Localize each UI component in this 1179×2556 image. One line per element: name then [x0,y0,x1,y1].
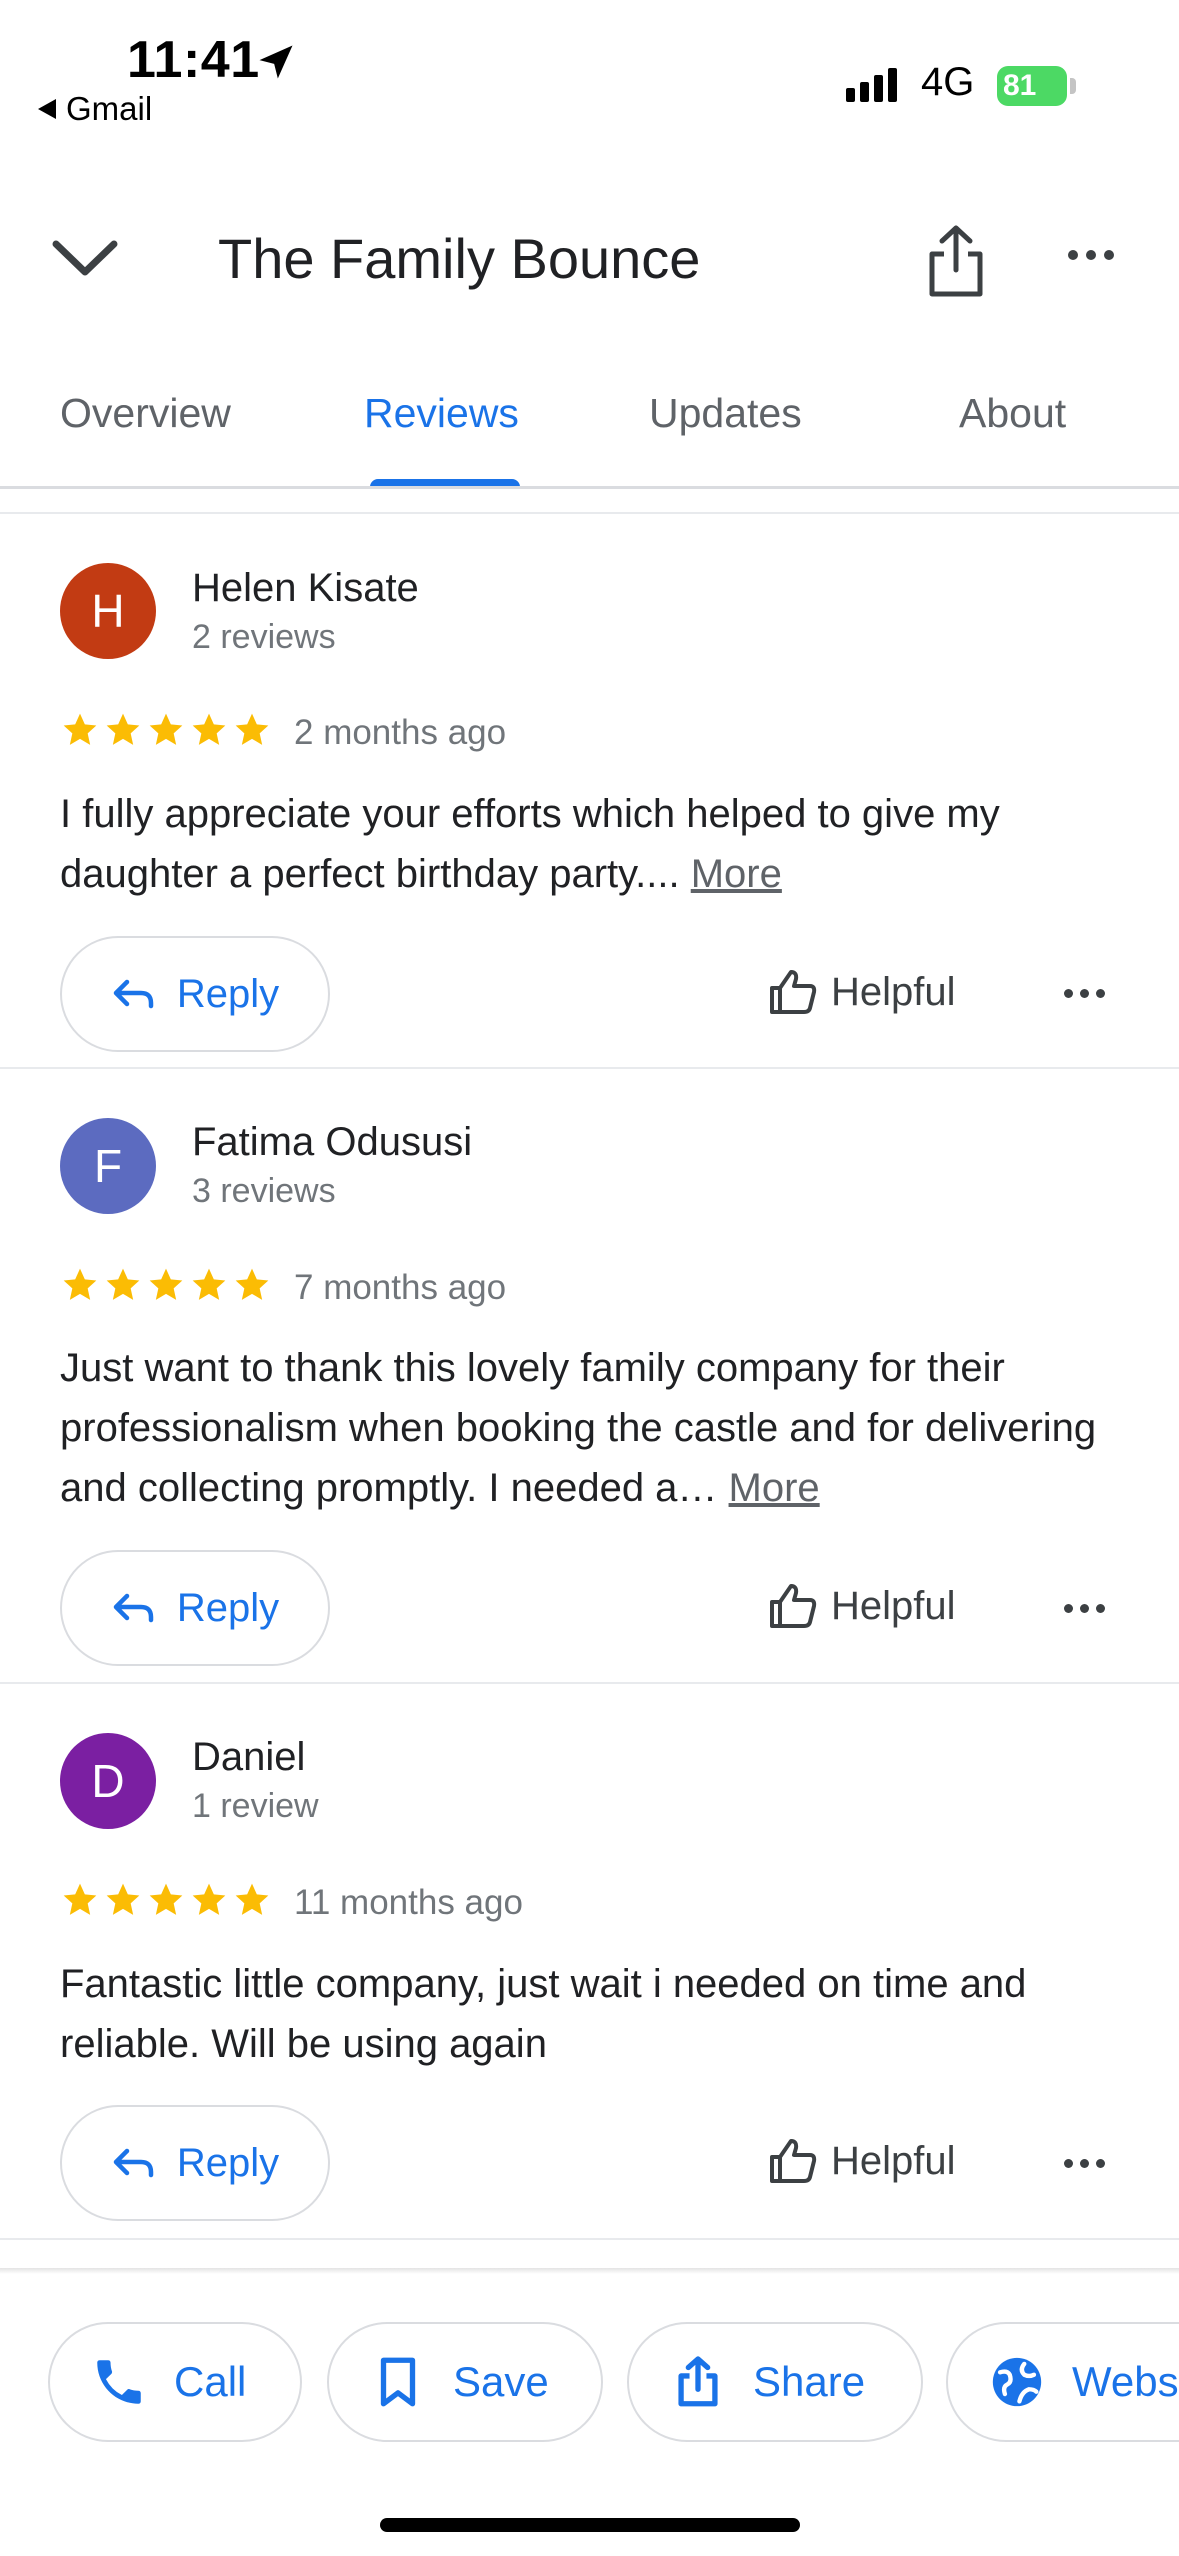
review-count: 1 review [192,1787,319,1825]
review-time: 7 months ago [294,1268,507,1307]
share-label: Share [753,2358,866,2405]
review-time: 2 months ago [294,713,507,752]
review-time: 11 months ago [294,1883,523,1922]
network-type: 4G [921,60,975,104]
more-link[interactable]: More [729,1466,820,1510]
tab-divider [0,486,1179,489]
star-icon [149,713,183,745]
helpful-label: Helpful [831,969,956,1014]
star-icon [63,1268,97,1300]
review-text: Fantastic little company, just wait i ne… [60,1954,1140,2074]
reply-arrow-icon [113,979,154,1009]
tab-updates[interactable]: Updates [649,390,802,437]
star-icon [235,1268,269,1300]
location-arrow-icon [259,45,293,79]
more-link[interactable]: More [691,852,782,896]
helpful-button[interactable]: Helpful [767,966,956,1018]
star-icon [63,713,97,745]
share-icon[interactable] [922,222,990,300]
thumbs-up-icon [770,2139,817,2183]
review-text-content: Just want to thank this lovely family co… [60,1346,1097,1510]
star-icon [192,1883,226,1915]
avatar[interactable]: F [60,1118,156,1214]
review-count: 3 reviews [192,1172,336,1210]
back-to-app-link[interactable]: Gmail [38,90,152,128]
avatar[interactable]: D [60,1733,156,1829]
reply-label: Reply [176,971,280,1016]
reply-arrow-icon [113,2148,154,2178]
tab-about[interactable]: About [959,390,1066,437]
phone-icon [97,2360,141,2404]
reply-label: Reply [176,1585,280,1630]
review-text: I fully appreciate your efforts which he… [60,784,1140,904]
thumbs-up-icon [770,970,817,1014]
reply-button[interactable]: Reply [60,936,330,1052]
helpful-label: Helpful [831,2138,956,2183]
status-time: 11:41 [127,31,260,89]
call-button[interactable]: Call [48,2322,302,2442]
star-icon [235,713,269,745]
helpful-button[interactable]: Helpful [767,2135,956,2187]
share-button[interactable]: Share [627,2322,923,2442]
globe-icon [992,2357,1042,2407]
battery-cap [1070,78,1076,94]
star-rating [60,1265,272,1305]
divider [0,512,1179,514]
place-title: The Family Bounce [218,227,701,290]
star-rating [60,710,272,750]
helpful-label: Helpful [831,1583,956,1628]
review-more-icon[interactable] [1064,2159,1105,2168]
star-icon [149,1883,183,1915]
battery-level: 81 [1003,69,1037,102]
star-icon [106,1268,140,1300]
bookmark-icon [380,2357,416,2407]
review-author[interactable]: Helen Kisate [192,566,419,611]
review-author[interactable]: Daniel [192,1735,305,1780]
review-text: Just want to thank this lovely family co… [60,1338,1140,1518]
back-app-label: Gmail [66,90,153,127]
save-button[interactable]: Save [327,2322,603,2442]
thumbs-up-icon [770,1584,817,1628]
review-text-content: I fully appreciate your efforts which he… [60,792,1000,896]
battery-indicator: 81 [997,66,1067,106]
call-label: Call [174,2358,247,2405]
reply-button[interactable]: Reply [60,1550,330,1666]
avatar[interactable]: H [60,563,156,659]
helpful-button[interactable]: Helpful [767,1580,956,1632]
star-icon [63,1883,97,1915]
review-divider [0,1067,1179,1069]
tab-overview[interactable]: Overview [60,390,231,437]
website-label: Website [1072,2358,1179,2405]
avatar-initial: F [93,1140,123,1192]
avatar-initial: H [91,585,125,637]
star-icon [192,713,226,745]
reply-label: Reply [176,2140,280,2185]
review-author[interactable]: Fatima Odususi [192,1120,472,1165]
star-icon [106,1883,140,1915]
review-count: 2 reviews [192,618,336,656]
save-label: Save [453,2358,549,2405]
review-text-content: Fantastic little company, just wait i ne… [60,1962,1027,2066]
review-more-icon[interactable] [1064,989,1105,998]
star-icon [149,1268,183,1300]
reply-arrow-icon [113,1593,154,1623]
cellular-signal-icon [846,68,897,102]
avatar-initial: D [91,1755,125,1807]
home-indicator [380,2518,800,2532]
share-icon [678,2356,718,2407]
reply-button[interactable]: Reply [60,2105,330,2221]
star-icon [235,1883,269,1915]
tab-reviews[interactable]: Reviews [364,390,519,437]
website-button[interactable]: Website [946,2322,1179,2442]
star-icon [106,713,140,745]
review-divider [0,1682,1179,1684]
review-divider [0,2238,1179,2240]
back-triangle-icon [38,99,56,119]
star-icon [192,1268,226,1300]
chevron-down-icon[interactable] [50,230,120,290]
more-options-icon[interactable] [1068,250,1114,260]
bottom-bar-shadow [0,2268,1179,2274]
review-more-icon[interactable] [1064,1604,1105,1613]
star-rating [60,1880,272,1920]
